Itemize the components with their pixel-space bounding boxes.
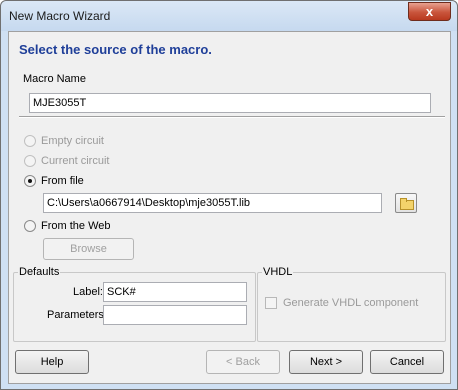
back-button[interactable]: < Back xyxy=(206,350,280,374)
macro-name-label: Macro Name xyxy=(23,73,86,85)
close-button[interactable]: x xyxy=(408,2,451,21)
from-web-radio[interactable] xyxy=(24,220,36,232)
help-button[interactable]: Help xyxy=(15,350,89,374)
next-button[interactable]: Next > xyxy=(289,350,363,374)
parameters-caption: Parameters: xyxy=(47,309,107,321)
dialog-body: Select the source of the macro. Macro Na… xyxy=(8,31,451,384)
label-input[interactable]: SCK# xyxy=(103,282,247,302)
window-title: New Macro Wizard xyxy=(9,9,111,23)
empty-circuit-label: Empty circuit xyxy=(41,135,104,147)
title-bar[interactable]: New Macro Wizard x xyxy=(1,1,457,31)
parameters-input[interactable] xyxy=(103,305,247,325)
current-circuit-radio[interactable] xyxy=(24,155,36,167)
folder-open-icon[interactable] xyxy=(395,193,417,213)
vhdl-group-title: VHDL xyxy=(262,266,294,278)
cancel-button[interactable]: Cancel xyxy=(370,350,444,374)
from-web-label: From the Web xyxy=(41,220,111,232)
defaults-group-title: Defaults xyxy=(18,266,61,278)
empty-circuit-radio[interactable] xyxy=(24,135,36,147)
current-circuit-label: Current circuit xyxy=(41,155,110,167)
macro-name-input[interactable]: MJE3055T xyxy=(29,93,431,113)
file-path-input[interactable]: C:\Users\a0667914\Desktop\mje3055T.lib xyxy=(43,193,382,213)
browse-button[interactable]: Browse xyxy=(43,238,134,260)
label-caption: Label: xyxy=(73,286,103,298)
close-icon: x xyxy=(425,4,434,19)
from-file-radio[interactable] xyxy=(24,175,36,187)
new-macro-wizard-window: New Macro Wizard x Select the source of … xyxy=(0,0,458,390)
from-file-label: From file xyxy=(41,175,84,187)
separator xyxy=(19,116,445,118)
generate-vhdl-checkbox[interactable] xyxy=(265,297,277,309)
generate-vhdl-label: Generate VHDL component xyxy=(283,297,419,309)
page-heading: Select the source of the macro. xyxy=(19,42,212,57)
